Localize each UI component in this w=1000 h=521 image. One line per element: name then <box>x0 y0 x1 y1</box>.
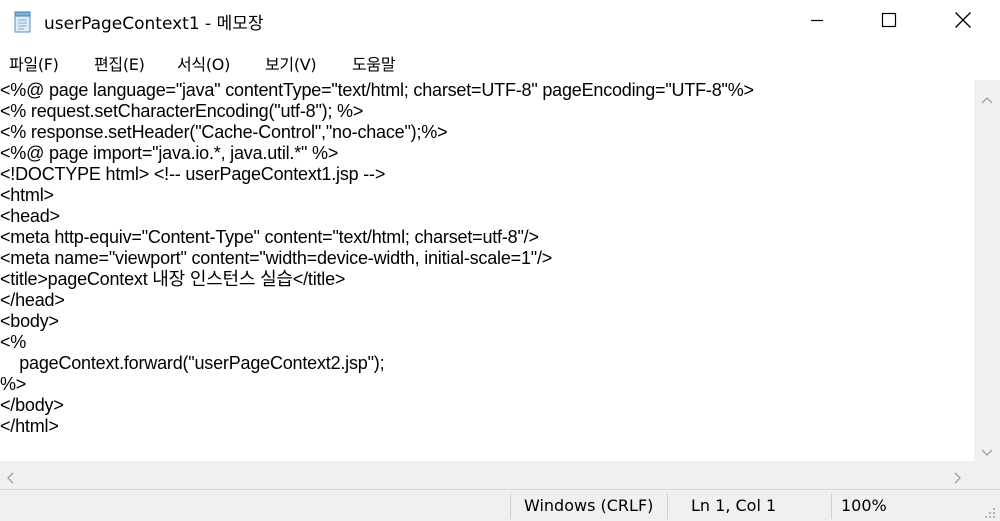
status-divider <box>667 493 668 519</box>
menu-help[interactable]: 도움말 <box>352 51 396 75</box>
code-line: pageContext.forward("userPageContext2.js… <box>0 353 385 373</box>
vertical-scrollbar[interactable] <box>974 80 1000 461</box>
code-line: <head> <box>0 206 60 226</box>
code-line: <% request.setCharacterEncoding("utf-8")… <box>0 101 364 121</box>
code-line: <meta http-equiv="Content-Type" content=… <box>0 227 539 247</box>
status-bar: Windows (CRLF) Ln 1, Col 1 100% <box>0 489 1000 521</box>
status-divider <box>510 493 511 519</box>
maximize-icon <box>881 12 897 32</box>
status-divider <box>831 493 832 519</box>
close-icon <box>954 11 972 33</box>
horizontal-scrollbar[interactable] <box>0 461 974 489</box>
code-line: </html> <box>0 416 59 436</box>
code-line: %> <box>0 374 27 394</box>
scrollbar-corner <box>974 461 1000 489</box>
code-line: </head> <box>0 290 65 310</box>
code-line: <!DOCTYPE html> <!-- userPageContext1.js… <box>0 164 386 184</box>
menu-file[interactable]: 파일(F) <box>9 51 59 75</box>
code-line: <meta name="viewport" content="width=dev… <box>0 248 553 268</box>
minimize-icon <box>809 12 825 32</box>
maximize-button[interactable] <box>852 0 926 44</box>
scroll-down-arrow-icon[interactable] <box>981 442 993 461</box>
menu-view[interactable]: 보기(V) <box>265 51 317 75</box>
code-line: <title>pageContext 내장 인스턴스 실습</title> <box>0 269 346 289</box>
code-line: <body> <box>0 311 59 331</box>
close-button[interactable] <box>926 0 1000 44</box>
notepad-icon <box>13 11 33 33</box>
code-line: <% response.setHeader("Cache-Control","n… <box>0 122 448 142</box>
code-line: <html> <box>0 185 54 205</box>
code-line: <% <box>0 332 27 352</box>
menu-bar: 파일(F) 편집(E) 서식(O) 보기(V) 도움말 <box>0 44 1000 80</box>
code-line: <%@ page import="java.io.*, java.util.*"… <box>0 143 339 163</box>
scroll-left-arrow-icon[interactable] <box>6 469 14 488</box>
scroll-up-arrow-icon[interactable] <box>981 89 993 108</box>
status-line-ending: Windows (CRLF) <box>524 496 654 515</box>
status-zoom: 100% <box>841 496 887 515</box>
notepad-window: userPageContext1 - 메모장 파일(F) 편집(E) 서식(O)… <box>0 0 1000 521</box>
menu-edit[interactable]: 편집(E) <box>94 51 145 75</box>
minimize-button[interactable] <box>780 0 854 44</box>
resize-grip-icon[interactable] <box>984 504 996 521</box>
scroll-right-arrow-icon[interactable] <box>954 469 962 488</box>
text-editor[interactable]: <%@ page language="java" contentType="te… <box>0 80 974 461</box>
code-line: <%@ page language="java" contentType="te… <box>0 80 754 100</box>
status-cursor-position: Ln 1, Col 1 <box>691 496 777 515</box>
window-title: userPageContext1 - 메모장 <box>44 14 264 34</box>
code-line: </body> <box>0 395 64 415</box>
menu-format[interactable]: 서식(O) <box>177 51 230 75</box>
title-bar[interactable]: userPageContext1 - 메모장 <box>0 0 1000 44</box>
